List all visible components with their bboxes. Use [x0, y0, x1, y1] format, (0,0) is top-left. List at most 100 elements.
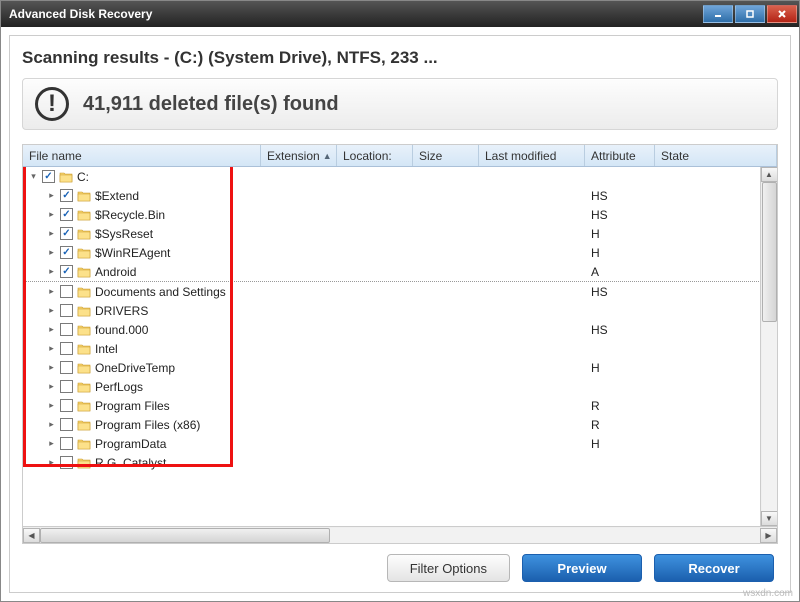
table-row[interactable]: ▸ OneDriveTemp H: [23, 358, 777, 377]
footer: Filter Options Preview Recover: [22, 544, 778, 586]
expander-icon[interactable]: ▸: [47, 382, 56, 391]
table-row[interactable]: ▸$SysResetH: [23, 224, 777, 243]
table-row[interactable]: ▸$ExtendHS: [23, 186, 777, 205]
expander-icon[interactable]: ▸: [47, 191, 56, 200]
row-checkbox[interactable]: [60, 208, 73, 221]
row-filename: R.G. Catalyst: [95, 456, 166, 470]
folder-icon: [77, 343, 91, 355]
row-checkbox[interactable]: [60, 285, 73, 298]
grid-header: File name Extension▲ Location: Size Last…: [23, 145, 777, 167]
expander-icon[interactable]: ▸: [47, 248, 56, 257]
client-area: Scanning results - (C:) (System Drive), …: [9, 35, 791, 593]
row-checkbox[interactable]: [60, 399, 73, 412]
filter-options-button[interactable]: Filter Options: [387, 554, 510, 582]
row-checkbox[interactable]: [42, 170, 55, 183]
col-size[interactable]: Size: [413, 145, 479, 166]
expander-icon[interactable]: ▸: [47, 229, 56, 238]
expander-icon[interactable]: ▸: [47, 420, 56, 429]
expander-icon[interactable]: ▸: [47, 401, 56, 410]
expander-icon[interactable]: ▸: [47, 458, 56, 467]
table-row[interactable]: ▸ found.000 HS: [23, 320, 777, 339]
window-title: Advanced Disk Recovery: [9, 7, 152, 21]
vertical-scrollbar[interactable]: ▲ ▼: [760, 167, 777, 526]
horizontal-scrollbar[interactable]: ◀ ▶: [23, 526, 777, 543]
row-filename: OneDriveTemp: [95, 361, 175, 375]
scroll-thumb-h[interactable]: [40, 528, 330, 543]
scroll-down-button[interactable]: ▼: [761, 511, 778, 526]
row-filename: ProgramData: [95, 437, 166, 451]
summary-bar: ! 41,911 deleted file(s) found: [22, 78, 778, 130]
folder-icon: [77, 400, 91, 412]
recover-button[interactable]: Recover: [654, 554, 774, 582]
row-checkbox[interactable]: [60, 246, 73, 259]
cell-attribute: A: [585, 265, 655, 279]
table-row[interactable]: ▸Documents and SettingsHS: [23, 282, 777, 301]
table-row[interactable]: ▸Intel: [23, 339, 777, 358]
col-modified[interactable]: Last modified: [479, 145, 585, 166]
table-row[interactable]: ▾C:: [23, 167, 777, 186]
scroll-right-button[interactable]: ▶: [760, 528, 777, 543]
row-checkbox[interactable]: [60, 380, 73, 393]
row-checkbox[interactable]: [60, 456, 73, 469]
row-filename: PerfLogs: [95, 380, 143, 394]
row-filename: Android: [95, 265, 136, 279]
folder-icon: [77, 190, 91, 202]
row-checkbox[interactable]: [60, 323, 73, 336]
app-window: Advanced Disk Recovery Scanning results …: [0, 0, 800, 602]
row-filename: DRIVERS: [95, 304, 148, 318]
col-location[interactable]: Location:: [337, 145, 413, 166]
alert-icon: !: [35, 87, 69, 121]
table-row[interactable]: ▸Program FilesR: [23, 396, 777, 415]
folder-icon: [59, 171, 73, 183]
window-maximize-button[interactable]: [735, 5, 765, 23]
expander-icon[interactable]: ▸: [47, 267, 56, 276]
row-filename: found.000: [95, 323, 148, 337]
folder-icon: [77, 419, 91, 431]
table-row[interactable]: ▸ProgramDataH: [23, 434, 777, 453]
titlebar: Advanced Disk Recovery: [1, 1, 799, 27]
expander-icon[interactable]: ▸: [47, 439, 56, 448]
expander-icon[interactable]: ▸: [47, 344, 56, 353]
row-checkbox[interactable]: [60, 227, 73, 240]
preview-button[interactable]: Preview: [522, 554, 642, 582]
expander-icon[interactable]: ▸: [47, 363, 56, 372]
row-checkbox[interactable]: [60, 265, 73, 278]
cell-attribute: H: [585, 361, 655, 375]
row-checkbox[interactable]: [60, 304, 73, 317]
table-row[interactable]: ▸ Android A: [23, 262, 777, 281]
table-row[interactable]: ▸Program Files (x86)R: [23, 415, 777, 434]
expander-icon[interactable]: ▸: [47, 325, 56, 334]
row-filename: Program Files: [95, 399, 170, 413]
scroll-track-v[interactable]: [762, 182, 777, 511]
expander-icon[interactable]: ▸: [47, 210, 56, 219]
scroll-track-h[interactable]: [40, 528, 760, 543]
table-row[interactable]: ▸ R.G. Catalyst: [23, 453, 777, 472]
grid-body: ▾C:▸$ExtendHS▸$Recycle.BinHS▸$SysResetH▸…: [23, 167, 777, 526]
row-checkbox[interactable]: [60, 342, 73, 355]
table-row[interactable]: ▸ PerfLogs: [23, 377, 777, 396]
folder-icon: [77, 228, 91, 240]
table-row[interactable]: ▸$WinREAgentH: [23, 243, 777, 262]
scroll-left-button[interactable]: ◀: [23, 528, 40, 543]
col-attribute[interactable]: Attribute: [585, 145, 655, 166]
table-row[interactable]: ▸ DRIVERS: [23, 301, 777, 320]
row-checkbox[interactable]: [60, 418, 73, 431]
col-state[interactable]: State: [655, 145, 777, 166]
row-checkbox[interactable]: [60, 189, 73, 202]
cell-attribute: HS: [585, 208, 655, 222]
col-extension[interactable]: Extension▲: [261, 145, 337, 166]
expander-icon[interactable]: ▸: [47, 306, 56, 315]
col-filename[interactable]: File name: [23, 145, 261, 166]
watermark: wsxdn.com: [743, 588, 793, 599]
scroll-up-button[interactable]: ▲: [761, 167, 778, 182]
scroll-thumb-v[interactable]: [762, 182, 777, 322]
window-close-button[interactable]: [767, 5, 797, 23]
cell-attribute: HS: [585, 189, 655, 203]
cell-attribute: HS: [585, 323, 655, 337]
row-checkbox[interactable]: [60, 361, 73, 374]
expander-icon[interactable]: ▸: [47, 287, 56, 296]
window-minimize-button[interactable]: [703, 5, 733, 23]
expander-icon[interactable]: ▾: [29, 172, 38, 181]
row-checkbox[interactable]: [60, 437, 73, 450]
table-row[interactable]: ▸$Recycle.BinHS: [23, 205, 777, 224]
